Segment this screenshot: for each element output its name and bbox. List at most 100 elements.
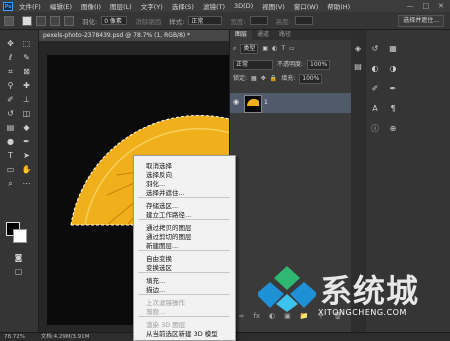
visibility-eye-icon[interactable]: ◉ [233,99,241,106]
opacity-input[interactable]: 100% [307,60,331,70]
history-brush-icon[interactable]: ↺ [4,108,17,119]
eraser-tool-icon[interactable]: ◫ [20,108,33,119]
navigator-icon[interactable]: ⊕ [388,124,398,134]
menu-item-new-3d-model[interactable]: 从当前选区新建 3D 模型 [146,328,218,338]
options-bar: 羽化: 0 像素 消除锯齿 样式: 正常 宽度: 高度: 选择并遮住... [0,12,450,30]
menu-edit[interactable]: 编辑(E) [50,1,72,11]
dodge-tool-icon[interactable]: ● [4,136,17,147]
zoom-level[interactable]: 78.72% [4,334,25,340]
tab-channels[interactable]: 通道 [252,30,274,40]
path-select-tool-icon[interactable]: ➤ [20,150,33,161]
screen-mode-icon[interactable]: ▢ [12,266,25,277]
paragraph-icon[interactable]: ¶ [388,104,398,114]
healing-brush-icon[interactable]: ✚ [20,80,33,91]
background-color-swatch[interactable] [13,229,27,243]
filter-type-icon[interactable]: T [281,44,285,54]
lock-position-icon[interactable]: ✥ [261,74,266,84]
more-tools-icon[interactable]: ⋯ [20,178,33,189]
type-tool-icon[interactable]: T [4,150,17,161]
menu-file[interactable]: 文件(F) [19,1,41,11]
layer-filter-row: ⌕ 类型 ▣ ◐ T ▭ [233,44,295,54]
tab-layers[interactable]: 图层 [230,30,253,40]
new-selection-icon[interactable] [22,15,32,26]
style-select[interactable]: 正常 [188,16,223,25]
menu-window[interactable]: 窗口(W) [294,1,319,11]
clone-stamp-icon[interactable]: ⊥ [20,94,33,105]
history-icon[interactable]: ↺ [370,44,380,54]
swatches-icon[interactable]: ▦ [388,44,398,54]
eyedropper-tool-icon[interactable]: ⚲ [4,80,17,91]
layer-thumbnail-image [246,98,259,106]
blend-mode-select[interactable]: 正常 [233,60,273,70]
layer-name[interactable]: 1 [264,99,268,106]
menu-item-fade: 渐隐... [146,308,166,316]
minimize-button[interactable]: — [407,2,414,10]
height-input[interactable] [294,16,313,25]
maximize-button[interactable]: □ [423,2,430,10]
subtract-selection-icon[interactable] [50,15,60,26]
watermark-logo-icon [258,266,316,312]
watermark: 系统城 XITONGCHENG.COM [258,264,448,324]
tab-paths[interactable]: 路径 [274,30,296,40]
select-and-mask-button[interactable]: 选择并遮住... [398,14,444,27]
menu-item-stroke[interactable]: 描边... [146,284,165,294]
watermark-url: XITONGCHENG.COM [318,308,407,317]
layers-dock-icon[interactable]: ◈ [353,44,363,54]
fill-input[interactable]: 100% [299,74,323,84]
pen-tool-icon[interactable]: ✒ [20,136,33,147]
adjustments-icon[interactable]: ◑ [388,64,398,74]
photoshop-logo: Ps [3,1,13,11]
blur-tool-icon[interactable]: ◆ [20,122,33,133]
move-tool-icon[interactable]: ✥ [4,38,17,49]
gradient-tool-icon[interactable]: ▤ [4,122,17,133]
menu-item-make-work-path[interactable]: 建立工作路径... [146,209,191,219]
marquee-tool-icon[interactable]: ⬚ [20,38,33,49]
color-icon[interactable]: ◐ [370,64,380,74]
menu-separator [138,219,230,220]
character-icon[interactable]: A [370,104,380,114]
menu-item-select-and-mask[interactable]: 选择并遮住... [146,187,185,197]
menu-item-transform-selection[interactable]: 变换选区 [146,262,172,272]
close-button[interactable]: ✕ [438,2,444,10]
intersect-selection-icon[interactable] [64,15,74,26]
document-tab[interactable]: pexels-photo-2378439.psd @ 78.7% (1, RGB… [39,30,229,41]
hand-tool-icon[interactable]: ✋ [20,164,33,175]
info-icon[interactable]: ⓘ [370,124,380,134]
layer-row[interactable]: ◉ 1 [230,93,351,113]
quick-mask-icon[interactable]: ◙ [12,252,25,263]
crop-tool-icon[interactable]: ⌗ [4,66,17,77]
menu-item-new-layer[interactable]: 新建图层... [146,240,178,250]
lock-pixels-icon[interactable]: ▦ [251,74,257,84]
filter-adjust-icon[interactable]: ◐ [272,44,277,54]
menu-filter[interactable]: 滤镜(T) [203,1,225,11]
menu-layer[interactable]: 图层(L) [110,1,132,11]
quick-select-tool-icon[interactable]: ✎ [20,52,33,63]
menu-help[interactable]: 帮助(H) [327,1,350,11]
layer-thumbnail [244,95,262,113]
width-input[interactable] [249,16,268,25]
lock-all-icon[interactable]: 🔒 [270,74,277,84]
antialias-checkbox[interactable]: 消除锯齿 [135,16,161,26]
zoom-tool-icon[interactable]: ⌕ [4,178,17,189]
tools-panel: ✥ ⬚ ℓ ✎ ⌗ ⊠ ⚲ ✚ ✐ ⊥ ↺ ◫ ▤ ◆ ● ✒ T ➤ ▭ ✋ … [0,30,39,332]
filter-shape-icon[interactable]: ▭ [289,44,295,54]
paths-icon[interactable]: ✒ [388,84,398,94]
brush-tool-icon[interactable]: ✐ [4,94,17,105]
menu-select[interactable]: 选择(S) [172,1,194,11]
frame-tool-icon[interactable]: ⊠ [20,66,33,77]
layer-filter-select[interactable]: 类型 [240,44,259,54]
menu-image[interactable]: 图像(I) [81,1,101,11]
brush-settings-icon[interactable]: ✐ [370,84,380,94]
add-selection-icon[interactable] [36,15,46,26]
context-menu: 取消选择 选择反向 羽化... 选择并遮住... 存储选区... 建立工作路径.… [133,155,236,341]
lasso-tool-icon[interactable]: ℓ [4,52,17,63]
marquee-tool-preset-icon[interactable] [4,15,14,26]
link-layers-icon[interactable]: ∞ [239,310,245,322]
filter-pixel-icon[interactable]: ▣ [262,44,268,54]
menu-view[interactable]: 视图(V) [262,1,285,11]
properties-dock-icon[interactable]: ▤ [353,62,363,72]
feather-input[interactable]: 0 像素 [101,16,128,25]
menu-3d[interactable]: 3D(D) [234,2,253,10]
menu-type[interactable]: 文字(Y) [141,1,163,11]
shape-tool-icon[interactable]: ▭ [4,164,17,175]
